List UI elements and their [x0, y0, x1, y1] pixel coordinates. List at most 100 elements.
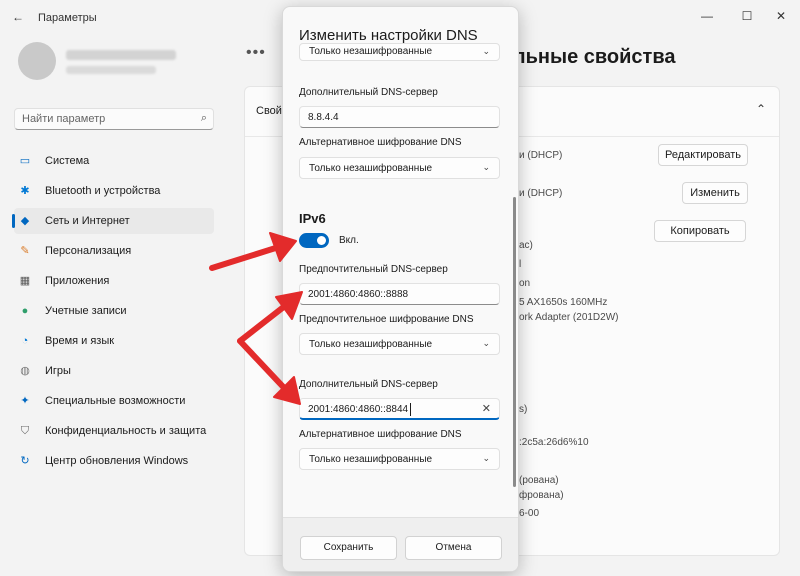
update-icon: ↻	[20, 455, 30, 467]
more-options-icon[interactable]: •••	[246, 44, 266, 62]
chevron-down-icon: ⌄	[482, 162, 490, 172]
ipv6-preferred-encryption-label: Предпочтительное шифрование DNS	[299, 314, 474, 325]
sidebar-item-label: Конфиденциальность и защита	[45, 425, 207, 437]
ipv6-preferred-encryption-dropdown[interactable]: Только незашифрованные ⌄	[299, 333, 500, 355]
sidebar-item-label: Время и язык	[45, 335, 115, 347]
property-value: 6-00	[519, 508, 540, 519]
text-caret	[410, 403, 411, 416]
search-icon[interactable]: ⌕	[201, 112, 207, 125]
ipv4-alternate-encryption-dropdown[interactable]: Только незашифрованные ⌄	[299, 157, 500, 179]
dropdown-value: Только незашифрованные	[309, 46, 433, 57]
sidebar-item-bluetooth[interactable]: ✱ Bluetooth и устройства	[14, 178, 214, 204]
property-value: и (DHCP)	[519, 188, 563, 199]
shield-icon: ⛉	[20, 425, 30, 437]
sidebar-item-privacy[interactable]: ⛉ Конфиденциальность и защита	[14, 418, 214, 444]
sidebar-item-gaming[interactable]: ◍ Игры	[14, 358, 214, 384]
sidebar-item-label: Учетные записи	[45, 305, 127, 317]
property-value: l	[519, 259, 522, 270]
save-button[interactable]: Сохранить	[300, 536, 397, 560]
property-value: :2c5a:26d6%10	[519, 437, 589, 448]
dialog-title: Изменить настройки DNS	[299, 27, 478, 44]
active-indicator	[12, 214, 15, 228]
sidebar-item-label: Персонализация	[45, 245, 132, 257]
property-value: ac)	[519, 240, 533, 251]
sidebar-item-label: Специальные возможности	[45, 395, 186, 407]
sidebar-item-accounts[interactable]: ● Учетные записи	[14, 298, 214, 324]
ipv6-alternate-encryption-dropdown[interactable]: Только незашифрованные ⌄	[299, 448, 500, 470]
minimize-icon[interactable]: —	[692, 6, 722, 26]
sidebar-item-apps[interactable]: ▦ Приложения	[14, 268, 214, 294]
ipv4-alternate-dns-field[interactable]: 8.8.4.4	[299, 106, 500, 128]
sidebar-item-network[interactable]: ◆ Сеть и Интернет	[12, 208, 214, 234]
change-button[interactable]: Изменить	[682, 182, 748, 204]
dropdown-value: Только незашифрованные	[309, 454, 433, 465]
field-value: 8.8.4.4	[308, 112, 339, 123]
ipv4-alternate-encryption-label: Альтернативное шифрование DNS	[299, 137, 462, 148]
search-placeholder: Найти параметр	[22, 113, 106, 125]
field-value: 2001:4860:4860::8844	[308, 404, 409, 415]
sidebar-item-label: Bluetooth и устройства	[45, 185, 161, 197]
sidebar-item-label: Игры	[45, 365, 71, 377]
sidebar-item-label: Приложения	[45, 275, 110, 287]
sidebar-item-time-language[interactable]: ◔ Время и язык	[14, 328, 214, 354]
wifi-icon: ◆	[20, 215, 30, 227]
sidebar-item-accessibility[interactable]: ✦ Специальные возможности	[14, 388, 214, 414]
ipv6-preferred-dns-field[interactable]: 2001:4860:4860::8888	[299, 283, 500, 305]
ipv6-preferred-dns-label: Предпочтительный DNS-сервер	[299, 264, 448, 275]
ipv6-toggle[interactable]	[299, 233, 329, 248]
avatar[interactable]	[18, 42, 56, 80]
sidebar-item-label: Система	[45, 155, 90, 167]
monitor-icon: ▭	[19, 155, 31, 167]
copy-button[interactable]: Копировать	[654, 220, 746, 242]
ipv6-alternate-dns-field[interactable]: 2001:4860:4860::8844 ✕	[299, 398, 500, 420]
profile-name-blurred	[66, 50, 176, 60]
property-value: и (DHCP)	[519, 150, 563, 161]
chevron-down-icon: ⌄	[482, 46, 490, 56]
sidebar-item-windows-update[interactable]: ↻ Центр обновления Windows	[14, 448, 214, 474]
chevron-up-icon[interactable]: ⌃	[756, 102, 766, 116]
close-icon[interactable]: ✕	[766, 6, 796, 26]
app-title: Параметры	[38, 12, 97, 24]
page-title: тельные свойства	[492, 46, 676, 68]
search-input[interactable]: Найти параметр ⌕	[14, 108, 214, 130]
ipv6-alternate-dns-label: Дополнительный DNS-сервер	[299, 379, 438, 390]
property-value: s)	[519, 404, 528, 415]
property-value: 5 AX1650s 160MHz	[519, 297, 608, 308]
ipv6-alternate-encryption-label: Альтернативное шифрование DNS	[299, 429, 462, 440]
person-icon: ●	[21, 305, 29, 317]
ipv6-section-title: IPv6	[299, 211, 326, 226]
arrow-left-icon[interactable]: ←	[12, 10, 24, 24]
ipv4-alternate-dns-label: Дополнительный DNS-сервер	[299, 87, 438, 98]
chevron-down-icon: ⌄	[482, 453, 490, 463]
apps-icon: ▦	[19, 275, 31, 287]
clear-icon[interactable]: ✕	[482, 402, 491, 415]
sidebar-item-personalization[interactable]: ✎ Персонализация	[14, 238, 214, 264]
property-value: фрована)	[519, 490, 564, 501]
accessibility-icon: ✦	[20, 395, 30, 407]
ipv4-preferred-encryption-dropdown[interactable]: Только незашифрованные ⌄	[299, 43, 500, 61]
edit-button[interactable]: Редактировать	[658, 144, 748, 166]
property-value: on	[519, 278, 531, 289]
field-value: 2001:4860:4860::8888	[308, 289, 409, 300]
maximize-icon[interactable]: ☐	[732, 6, 762, 26]
dialog-footer: Сохранить Отмена	[283, 517, 518, 571]
toggle-knob	[317, 236, 326, 245]
sidebar-item-label: Центр обновления Windows	[45, 455, 189, 467]
card-title: Свой	[256, 105, 282, 117]
ipv6-toggle-label: Вкл.	[339, 235, 359, 246]
bluetooth-icon: ✱	[20, 185, 30, 197]
sidebar-item-label: Сеть и Интернет	[45, 215, 130, 227]
brush-icon: ✎	[20, 245, 30, 257]
cancel-button[interactable]: Отмена	[405, 536, 502, 560]
dropdown-value: Только незашифрованные	[309, 163, 433, 174]
chevron-down-icon: ⌄	[482, 338, 490, 348]
profile-email-blurred	[66, 66, 156, 74]
property-value: (рована)	[519, 475, 559, 486]
dns-settings-dialog: Изменить настройки DNS Только незашифров…	[282, 6, 519, 572]
globe-clock-icon: ◔	[21, 335, 29, 347]
dialog-scrollbar[interactable]	[513, 197, 516, 487]
property-value: ork Adapter (201D2W)	[519, 312, 619, 323]
gamepad-icon: ◍	[20, 365, 30, 377]
sidebar-item-system[interactable]: ▭ Система	[14, 148, 214, 174]
dropdown-value: Только незашифрованные	[309, 339, 433, 350]
